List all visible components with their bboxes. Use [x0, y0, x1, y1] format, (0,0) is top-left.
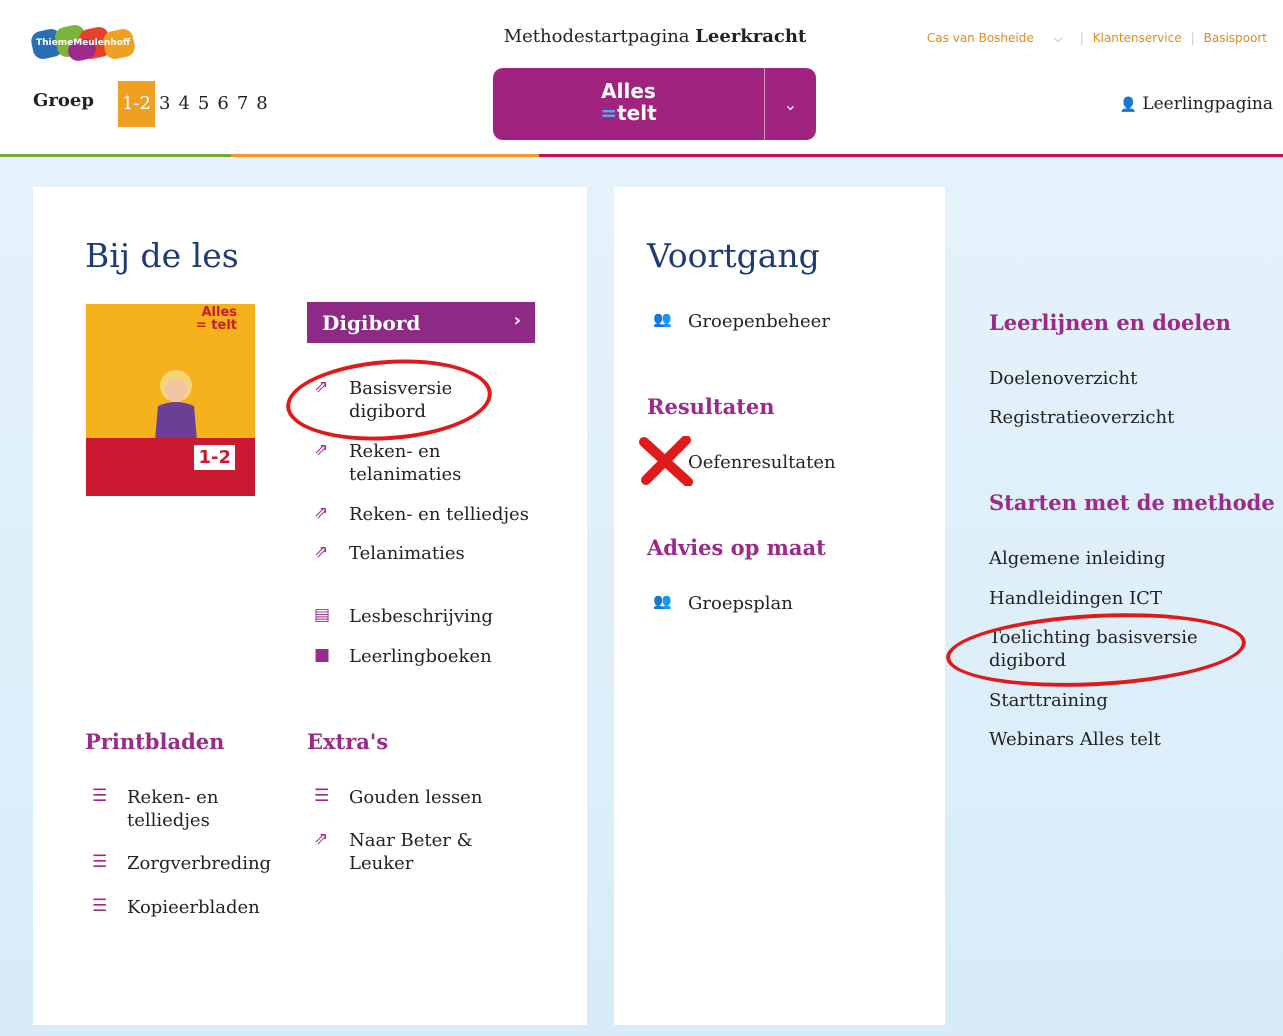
list-icon: ☰: [92, 852, 108, 872]
group-tab-4[interactable]: 4: [174, 81, 193, 127]
registratieoverzicht-link[interactable]: Registratieoverzicht: [989, 406, 1174, 429]
group-tab-3[interactable]: 3: [155, 81, 174, 127]
groepsplan-link[interactable]: Groepsplan: [688, 592, 793, 615]
group-icon: 👥: [653, 310, 672, 328]
external-link-icon: ⇗: [314, 829, 329, 849]
groep-label: Groep: [33, 90, 94, 111]
alles-telt-logo-line1: Alles: [601, 79, 656, 103]
page-title: Methodestartpagina Leerkracht: [494, 26, 816, 47]
group-tab-1-2[interactable]: 1-2: [118, 81, 155, 127]
printbladen-title: Printbladen: [85, 729, 225, 754]
leerlingboeken-link[interactable]: Leerlingboeken: [349, 645, 492, 668]
user-icon: 👤: [1119, 97, 1137, 113]
group-icon: 👥: [653, 592, 672, 610]
list-icon: ☰: [314, 786, 330, 806]
group-selector: 1-2 3 4 5 6 7 8: [118, 81, 272, 127]
gouden-lessen-link[interactable]: Gouden lessen: [349, 786, 482, 809]
starttraining-link[interactable]: Starttraining: [989, 689, 1108, 712]
zorgverbreding-link[interactable]: Zorgverbreding: [127, 852, 271, 875]
student-page-label: Leerlingpagina: [1142, 94, 1273, 114]
list-icon: ☰: [92, 896, 108, 916]
chevron-down-icon: ⌵: [1053, 31, 1063, 45]
digibord-label: Digibord: [322, 311, 421, 335]
naar-beter-leuker-link[interactable]: Naar Beter & Leuker: [349, 829, 489, 875]
annotation-cross-icon: [639, 436, 693, 486]
digibord-button[interactable]: Digibord ›: [307, 302, 535, 343]
printbladen-reken-telliedjes-link[interactable]: Reken- en telliedjes: [127, 786, 237, 832]
method-selector[interactable]: Alles =telt ⌄: [493, 68, 816, 140]
list-icon: ☰: [92, 786, 108, 806]
method-cover-image[interactable]: Alles = telt 1-2: [86, 304, 255, 496]
telanimaties-link[interactable]: Telanimaties: [349, 542, 465, 565]
advies-title: Advies op maat: [647, 535, 826, 560]
reken-telanimaties-link[interactable]: Reken- en telanimaties: [349, 440, 509, 486]
header-divider: [0, 154, 1283, 157]
method-dropdown-button[interactable]: ⌄: [765, 68, 816, 140]
progress-title: Voortgang: [647, 236, 820, 275]
alles-telt-logo-line2: telt: [617, 101, 657, 125]
thiememeulenhoff-logo[interactable]: ThiemeMeulenhoff: [29, 23, 140, 63]
user-menu[interactable]: Cas van Bosheide ⌵: [911, 31, 1079, 46]
page-title-role: Leerkracht: [695, 26, 807, 47]
external-link-icon: ⇗: [314, 503, 329, 523]
groepenbeheer-link[interactable]: Groepenbeheer: [688, 310, 830, 333]
external-link-icon: ⇗: [314, 440, 329, 460]
alles-telt-logo-eq: =: [600, 101, 618, 125]
kopieerbladen-link[interactable]: Kopieerbladen: [127, 896, 260, 919]
chevron-right-icon: ›: [513, 310, 521, 331]
logo-text: ThiemeMeulenhoff: [36, 38, 131, 48]
lesbeschrijving-link[interactable]: Lesbeschrijving: [349, 605, 493, 628]
cover-grade: 1-2: [194, 445, 235, 470]
cover-title: Alles = telt: [196, 306, 237, 332]
lessons-title: Bij de les: [85, 236, 239, 275]
book-icon: ■: [314, 645, 331, 665]
group-tab-7[interactable]: 7: [233, 81, 252, 127]
reken-telliedjes-link[interactable]: Reken- en telliedjes: [349, 503, 549, 526]
page-title-prefix: Methodestartpagina: [503, 26, 690, 47]
external-link-icon: ⇗: [314, 542, 329, 562]
user-name: Cas van Bosheide: [926, 31, 1034, 45]
doelenoverzicht-link[interactable]: Doelenoverzicht: [989, 367, 1137, 390]
resultaten-title: Resultaten: [647, 394, 775, 419]
group-tab-8[interactable]: 8: [252, 81, 271, 127]
algemene-inleiding-link[interactable]: Algemene inleiding: [989, 547, 1166, 570]
group-tab-5[interactable]: 5: [194, 81, 213, 127]
leerlijnen-title: Leerlijnen en doelen: [989, 310, 1231, 335]
student-page-link[interactable]: 👤 Leerlingpagina: [1119, 94, 1273, 114]
top-navigation: Cas van Bosheide ⌵ | Klantenservice | Ba…: [911, 31, 1275, 46]
extras-title: Extra's: [307, 729, 389, 754]
webinars-link[interactable]: Webinars Alles telt: [989, 728, 1161, 751]
group-tab-6[interactable]: 6: [213, 81, 232, 127]
alles-telt-logo: Alles =telt: [493, 80, 764, 124]
chevron-down-icon: ⌄: [783, 94, 798, 114]
basispoort-link[interactable]: Basispoort: [1196, 31, 1275, 46]
handleidingen-ict-link[interactable]: Handleidingen ICT: [989, 587, 1162, 610]
cover-title-line2: = telt: [195, 318, 237, 333]
klantenservice-link[interactable]: Klantenservice: [1085, 31, 1190, 46]
starten-title: Starten met de methode: [989, 490, 1275, 515]
oefenresultaten-link[interactable]: Oefenresultaten: [688, 451, 836, 474]
document-icon: ▤: [314, 605, 331, 625]
header: ThiemeMeulenhoff Methodestartpagina Leer…: [0, 0, 1283, 155]
